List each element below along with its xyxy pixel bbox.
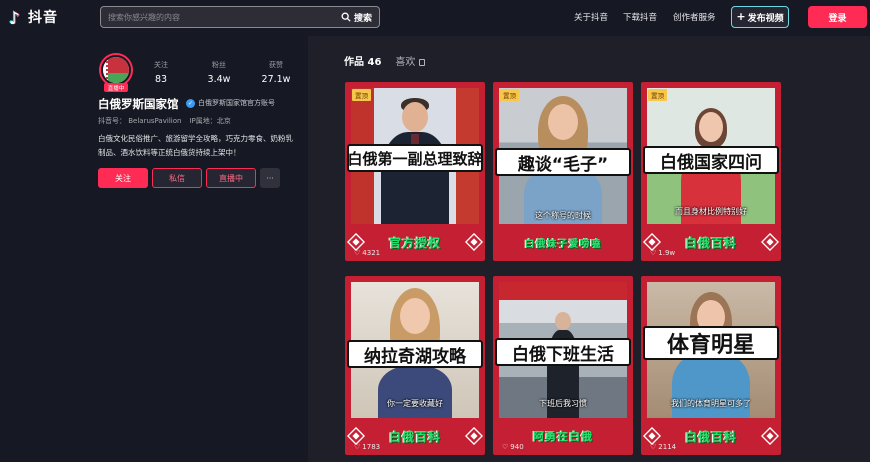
login-button[interactable]: 登录 xyxy=(808,6,867,28)
more-options-button[interactable]: ··· xyxy=(260,168,280,188)
video-subtitle: 而且身材比例特别好 xyxy=(675,207,747,216)
banner-text: 阿勇在白俄 xyxy=(533,430,593,443)
tab-likes[interactable]: 喜欢 xyxy=(395,53,426,68)
nav-download[interactable]: 下载抖音 xyxy=(623,11,657,23)
like-count-value: 2114 xyxy=(658,443,677,451)
stat-value: 27.1w xyxy=(261,74,291,85)
search-icon xyxy=(341,12,351,22)
heart-icon: ♡ xyxy=(502,443,509,451)
stat-label: 关注 xyxy=(154,61,168,69)
verification: ✓ 白俄罗斯国家馆官方账号 xyxy=(186,98,275,108)
heart-icon: ♡ xyxy=(650,249,657,257)
like-count: ♡ 940 xyxy=(502,443,524,451)
avatar[interactable] xyxy=(99,53,133,87)
douyin-logo[interactable]: ♪ ♪ ♪ 抖音 xyxy=(8,7,58,29)
like-count: ♡ 1.9w xyxy=(650,249,675,257)
video-card[interactable]: 置顶 趣谈“毛子” 这个称号的时候 白俄妹子爱唠嗑 xyxy=(493,82,633,261)
search-box: 搜索 xyxy=(100,6,380,28)
tab-likes-label: 喜欢 xyxy=(395,57,416,68)
search-button[interactable]: 搜索 xyxy=(334,11,379,24)
ornament-icon xyxy=(761,427,779,445)
like-count: ♡ 2114 xyxy=(650,443,676,451)
follow-button[interactable]: 关注 xyxy=(98,168,148,188)
stat-label: 粉丝 xyxy=(212,61,226,69)
video-title: 白俄国家四问 xyxy=(643,146,779,174)
like-count-value: 1.9w xyxy=(658,249,676,257)
banner-text: 官方授权 xyxy=(388,235,441,250)
profile-bio: 白俄文化民俗推广、旅游留学全攻略，巧克力零食、奶粉乳制品、酒水饮料等正统白俄货持… xyxy=(98,134,293,157)
nav-about[interactable]: 关于抖音 xyxy=(574,11,608,23)
video-title: 纳拉奇湖攻略 xyxy=(347,340,483,368)
stat-likes[interactable]: 获赞 27.1w xyxy=(261,60,291,85)
like-count: ♡ 1783 xyxy=(354,443,380,451)
live-badge[interactable]: 直播中 xyxy=(104,83,128,92)
video-subtitle: 我们的体育明星可多了 xyxy=(671,399,751,408)
stat-label: 获赞 xyxy=(269,61,283,69)
video-card[interactable]: 纳拉奇湖攻略 你一定要收藏好 白俄百科 ♡ 1783 xyxy=(345,276,485,455)
top-bar: ♪♪♪ 抖音 搜索 关于抖音 下载抖音 创作者服务 + 发布视频 登录 xyxy=(0,0,870,36)
pinned-badge: 置顶 xyxy=(648,89,667,101)
stat-followers[interactable]: 粉丝 3.4w xyxy=(206,60,232,85)
brand-name: 抖音 xyxy=(28,10,58,26)
video-subtitle: 这个称号的时候 xyxy=(535,211,591,220)
like-count-value: 1783 xyxy=(362,443,381,451)
heart-icon: ♡ xyxy=(354,249,361,257)
video-banner: 白俄妹子爱唠嗑 xyxy=(493,229,633,255)
stat-following[interactable]: 关注 83 xyxy=(153,60,169,85)
live-button[interactable]: 直播中 xyxy=(206,168,256,188)
message-button[interactable]: 私信 xyxy=(152,168,202,188)
video-card[interactable]: 体育明星 我们的体育明星可多了 白俄百科 ♡ 2114 xyxy=(641,276,781,455)
ip-location: IP属地：北京 xyxy=(189,117,231,125)
heart-icon: ♡ xyxy=(354,443,361,451)
publish-label: 发布视频 xyxy=(747,13,784,24)
banner-text: 白俄百科 xyxy=(684,429,737,444)
lock-icon xyxy=(419,59,426,66)
banner-text: 白俄妹子爱唠嗑 xyxy=(524,238,602,250)
profile-meta: 抖音号： BelarusPavilion IP属地：北京 xyxy=(98,116,231,126)
video-subtitle: 下班后我习惯 xyxy=(539,399,587,408)
tab-works[interactable]: 作品 46 xyxy=(344,53,381,68)
plus-icon: + xyxy=(736,10,746,23)
like-count-value: 4321 xyxy=(362,249,381,257)
douyin-note-icon: ♪ ♪ ♪ xyxy=(8,8,21,29)
like-count-value: 940 xyxy=(510,443,524,451)
video-card[interactable]: 置顶 白俄国家四问 而且身材比例特别好 白俄百科 ♡ 1.9w xyxy=(641,82,781,261)
douyin-id: 抖音号： BelarusPavilion xyxy=(98,117,182,125)
video-title: 趣谈“毛子” xyxy=(495,148,631,176)
search-input[interactable] xyxy=(101,7,334,27)
nav-creator-services[interactable]: 创作者服务 xyxy=(673,11,716,23)
stat-value: 3.4w xyxy=(207,74,231,85)
pinned-badge: 置顶 xyxy=(352,89,371,101)
profile-name: 白俄罗斯国家馆 xyxy=(98,97,179,111)
stat-value: 83 xyxy=(154,74,168,85)
ornament-icon xyxy=(761,233,779,251)
publish-video-button[interactable]: + 发布视频 xyxy=(731,6,789,28)
ornament-icon xyxy=(465,427,483,445)
heart-icon: ♡ xyxy=(650,443,657,451)
verified-text: 白俄罗斯国家馆官方账号 xyxy=(198,99,275,107)
video-title: 体育明星 xyxy=(643,326,779,360)
profile-tabs: 作品 46 喜欢 xyxy=(344,53,426,68)
search-button-label: 搜索 xyxy=(353,13,372,24)
like-count: ♡ 4321 xyxy=(354,249,380,257)
banner-text: 白俄百科 xyxy=(684,235,737,250)
belarus-flag-avatar xyxy=(103,57,129,83)
video-card[interactable]: 白俄下班生活 下班后我习惯 阿勇在白俄 ♡ 940 xyxy=(493,276,633,455)
banner-text: 白俄百科 xyxy=(388,429,441,444)
video-card[interactable]: 置顶 白俄第一副总理致辞 官方授权 ♡ 4321 xyxy=(345,82,485,261)
ornament-icon xyxy=(465,233,483,251)
pinned-badge: 置顶 xyxy=(500,89,519,101)
video-subtitle: 你一定要收藏好 xyxy=(387,399,443,408)
video-title: 白俄下班生活 xyxy=(495,338,631,366)
video-title: 白俄第一副总理致辞 xyxy=(347,144,483,172)
verified-icon: ✓ xyxy=(186,98,195,108)
